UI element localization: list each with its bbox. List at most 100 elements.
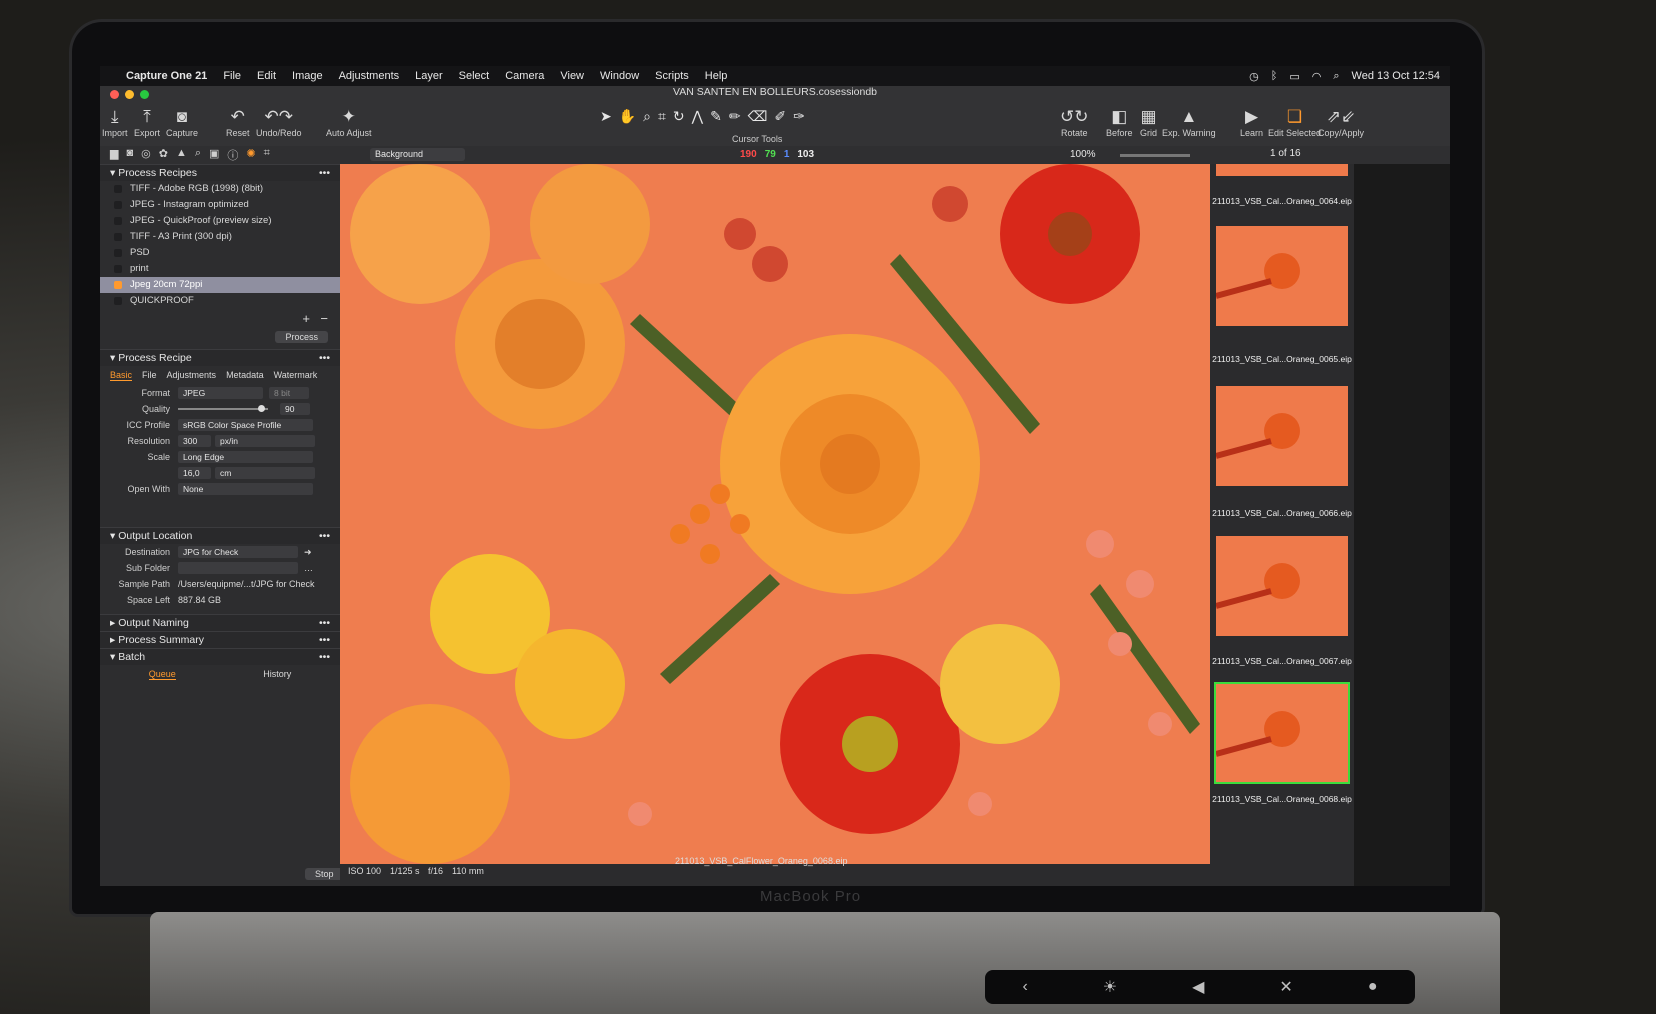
add-recipe-icon[interactable]: + bbox=[302, 311, 310, 326]
annotate-tool-icon[interactable]: ✑ bbox=[793, 108, 805, 125]
wifi-icon[interactable]: ◠ bbox=[1312, 70, 1322, 83]
menu-layer[interactable]: Layer bbox=[415, 70, 443, 82]
thumbnail[interactable] bbox=[1216, 386, 1348, 486]
tab-adjustments[interactable]: Adjustments bbox=[167, 370, 217, 381]
lens-tab-icon[interactable]: ◎ bbox=[141, 147, 151, 163]
resolution-unit-select[interactable]: px/in bbox=[215, 435, 315, 447]
undo-redo-button[interactable]: ↶↷ Undo/Redo bbox=[256, 106, 302, 138]
stop-button[interactable]: Stop bbox=[305, 868, 344, 880]
menu-scripts[interactable]: Scripts bbox=[655, 70, 689, 82]
zoom-button[interactable] bbox=[140, 90, 149, 99]
export-button[interactable]: ⤒ Export bbox=[134, 106, 160, 138]
process-button[interactable]: Process bbox=[275, 331, 328, 343]
tab-history[interactable]: History bbox=[263, 669, 291, 680]
output-tab-icon[interactable]: ✺ bbox=[246, 147, 255, 163]
checkbox[interactable] bbox=[114, 185, 122, 193]
spot-tool-icon[interactable]: ✎ bbox=[710, 108, 722, 125]
chevron-left-icon[interactable]: ‹ bbox=[1022, 978, 1027, 996]
reset-button[interactable]: ↶ Reset bbox=[226, 106, 250, 138]
output-location-header[interactable]: ▾ Output Location ••• bbox=[100, 527, 340, 544]
battery-icon[interactable]: ▭ bbox=[1289, 70, 1299, 83]
zoom-slider[interactable] bbox=[1120, 154, 1190, 157]
learn-button[interactable]: ▶ Learn bbox=[1240, 106, 1263, 138]
adjustments-tab-icon[interactable]: ▣ bbox=[209, 147, 219, 163]
output-naming-header[interactable]: ▸ Output Naming ••• bbox=[100, 614, 340, 631]
tab-queue[interactable]: Queue bbox=[148, 669, 176, 680]
touch-bar[interactable]: ‹ ☀ ◀ ✕ ● bbox=[985, 970, 1415, 1004]
brush-tool-icon[interactable]: ✏ bbox=[729, 108, 741, 125]
capture-tab-icon[interactable]: ◙ bbox=[126, 147, 133, 163]
menu-select[interactable]: Select bbox=[459, 70, 490, 82]
quality-slider[interactable] bbox=[178, 405, 268, 412]
image-viewer[interactable] bbox=[340, 164, 1210, 864]
destination-select[interactable]: JPG for Check bbox=[178, 546, 298, 558]
scale-select[interactable]: Long Edge bbox=[178, 451, 313, 463]
menu-view[interactable]: View bbox=[560, 70, 584, 82]
rotate-tool-icon[interactable]: ↻ bbox=[673, 108, 685, 125]
batch-tab-icon[interactable]: ⌗ bbox=[264, 147, 270, 163]
menu-window[interactable]: Window bbox=[600, 70, 639, 82]
more-icon[interactable]: ••• bbox=[319, 615, 330, 631]
volume-icon[interactable]: ◀ bbox=[1192, 977, 1204, 997]
scale-amount-input[interactable]: 16,0 bbox=[178, 467, 211, 479]
checkbox-checked[interactable] bbox=[114, 281, 122, 289]
checkbox[interactable] bbox=[114, 297, 122, 305]
sub-folder-input[interactable] bbox=[178, 562, 298, 574]
mute-icon[interactable]: ✕ bbox=[1279, 977, 1292, 997]
brightness-icon[interactable]: ☀ bbox=[1103, 977, 1117, 997]
import-button[interactable]: ⤓ Import bbox=[102, 106, 128, 138]
checkbox[interactable] bbox=[114, 201, 122, 209]
minimize-button[interactable] bbox=[125, 90, 134, 99]
thumbnail-partial[interactable] bbox=[1216, 164, 1348, 176]
scale-unit-select[interactable]: cm bbox=[215, 467, 315, 479]
siri-icon[interactable]: ● bbox=[1368, 978, 1378, 996]
more-icon[interactable]: ••• bbox=[319, 632, 330, 648]
resolution-input[interactable]: 300 bbox=[178, 435, 211, 447]
color-tab-icon[interactable]: ✿ bbox=[159, 147, 168, 163]
details-tab-icon[interactable]: ⌕ bbox=[195, 147, 201, 163]
checkbox[interactable] bbox=[114, 265, 122, 273]
metadata-tab-icon[interactable]: ⓘ bbox=[227, 147, 238, 163]
crop-tool-icon[interactable]: ⌗ bbox=[658, 108, 666, 125]
menu-adjustments[interactable]: Adjustments bbox=[339, 70, 400, 82]
more-icon[interactable]: … bbox=[304, 563, 313, 573]
tab-basic[interactable]: Basic bbox=[110, 370, 133, 381]
recipe-item[interactable]: TIFF - A3 Print (300 dpi) bbox=[100, 229, 340, 245]
process-recipes-header[interactable]: ▾ Process Recipes ••• bbox=[100, 164, 340, 181]
more-icon[interactable]: ••• bbox=[319, 350, 330, 366]
thumbnail-selected[interactable] bbox=[1214, 682, 1350, 784]
exposure-warning-button[interactable]: ▲ Exp. Warning bbox=[1162, 106, 1216, 138]
format-select[interactable]: JPEG bbox=[178, 387, 263, 399]
process-summary-header[interactable]: ▸ Process Summary ••• bbox=[100, 631, 340, 648]
arrow-right-icon[interactable]: ➜ bbox=[304, 547, 312, 558]
slider-knob[interactable] bbox=[258, 405, 265, 412]
menu-file[interactable]: File bbox=[223, 70, 241, 82]
tab-file[interactable]: File bbox=[142, 370, 157, 381]
select-cursor-icon[interactable]: ➤ bbox=[600, 108, 612, 125]
clock-icon[interactable]: ◷ bbox=[1249, 70, 1259, 83]
exposure-tab-icon[interactable]: ▲ bbox=[176, 147, 187, 163]
tab-metadata[interactable]: Metadata bbox=[226, 370, 264, 381]
menu-image[interactable]: Image bbox=[292, 70, 323, 82]
recipe-item[interactable]: JPEG - Instagram optimized bbox=[100, 197, 340, 213]
quality-input[interactable]: 90 bbox=[280, 403, 310, 415]
recipe-item[interactable]: PSD bbox=[100, 245, 340, 261]
app-menu[interactable]: Capture One 21 bbox=[126, 70, 207, 82]
recipe-item[interactable]: QUICKPROOF bbox=[100, 293, 340, 309]
grid-button[interactable]: ▦ Grid bbox=[1140, 106, 1157, 138]
tab-watermark[interactable]: Watermark bbox=[274, 370, 318, 381]
recipe-item[interactable]: print bbox=[100, 261, 340, 277]
hand-tool-icon[interactable]: ✋ bbox=[619, 108, 636, 125]
recipe-item[interactable]: JPEG - QuickProof (preview size) bbox=[100, 213, 340, 229]
edit-selected-button[interactable]: ❏ Edit Selected bbox=[1268, 106, 1321, 138]
checkbox[interactable] bbox=[114, 249, 122, 257]
library-tab-icon[interactable]: ▆ bbox=[110, 147, 118, 163]
menu-help[interactable]: Help bbox=[705, 70, 728, 82]
background-select[interactable]: Background bbox=[370, 148, 465, 161]
thumbnail[interactable] bbox=[1216, 226, 1348, 326]
menu-edit[interactable]: Edit bbox=[257, 70, 276, 82]
auto-adjust-button[interactable]: ✦ Auto Adjust bbox=[326, 106, 372, 138]
bit-depth-select[interactable]: 8 bit bbox=[269, 387, 309, 399]
rotate-button[interactable]: ↺↻ Rotate bbox=[1060, 106, 1089, 138]
search-icon[interactable]: ⌕ bbox=[1333, 70, 1339, 83]
